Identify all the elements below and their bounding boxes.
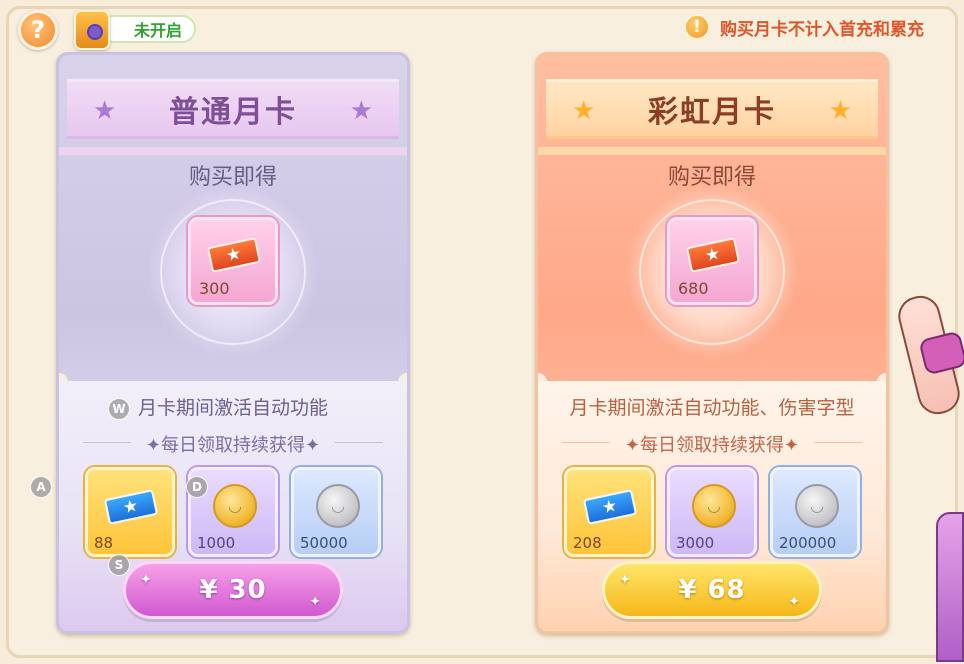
card-title: 彩虹月卡 — [648, 95, 776, 130]
hotkey-hint-d: D — [186, 476, 208, 498]
help-button[interactable]: ? — [18, 10, 58, 50]
hotkey-hint-s: S — [108, 554, 130, 576]
normal-month-card: ★ 普通月卡 ★ 购买即得 ★ 300 月卡期间激活自动功能 ✦每日领取持续获得… — [56, 52, 410, 634]
main-reward-item[interactable]: ★ 680 — [667, 217, 757, 305]
daily-items: ★ 208 ◡ 3000 ◡ 200000 — [564, 467, 860, 557]
divider — [335, 442, 383, 443]
buy-button[interactable]: ✦ ¥ 30 ✦ — [123, 561, 343, 619]
question-icon: ? — [31, 16, 45, 44]
daily-item-silver-coin[interactable]: ◡ 50000 — [291, 467, 381, 557]
sparkle-icon: ✦ — [788, 594, 801, 610]
card-banner: ★ 普通月卡 ★ — [67, 79, 399, 139]
reward-quantity: 680 — [678, 279, 709, 298]
status-badge: 未开启 — [100, 15, 196, 43]
item-quantity: 88 — [94, 534, 114, 552]
daily-item-gold-coin[interactable]: ◡ 3000 — [667, 467, 757, 557]
star-icon: ★ — [572, 96, 596, 126]
blue-ticket-icon: ★ — [582, 489, 638, 525]
card-banner: ★ 彩虹月卡 ★ — [546, 79, 878, 139]
notice-text: 购买月卡不计入首充和累充 — [720, 19, 924, 40]
silver-coin-icon: ◡ — [795, 484, 839, 528]
card-description: 月卡期间激活自动功能、伤害字型 — [569, 397, 855, 419]
safe-icon — [74, 10, 110, 50]
buy-button[interactable]: ✦ ¥ 68 ✦ — [602, 561, 822, 619]
banner-stripe — [538, 147, 886, 155]
price-label: ¥ 30 — [199, 575, 267, 605]
purchase-notice: ! 购买月卡不计入首充和累充 — [684, 14, 924, 40]
sparkle-icon: ✦ — [140, 572, 153, 588]
hotkey-hint-a: A — [30, 476, 52, 498]
item-quantity: 200000 — [779, 534, 837, 552]
star-icon: ★ — [828, 96, 852, 126]
daily-reward-label: ✦每日领取持续获得✦ — [624, 435, 800, 456]
red-ticket-icon: ★ — [206, 237, 262, 273]
divider — [814, 442, 862, 443]
reward-quantity: 300 — [199, 279, 230, 298]
sparkle-icon: ✦ — [309, 594, 322, 610]
daily-reward-label: ✦每日领取持续获得✦ — [145, 435, 321, 456]
hotkey-hint-w: W — [108, 398, 130, 420]
warning-icon: ! — [684, 14, 710, 40]
star-icon: ★ — [349, 96, 373, 126]
star-icon: ★ — [93, 96, 117, 126]
rainbow-month-card: ★ 彩虹月卡 ★ 购买即得 ★ 680 月卡期间激活自动功能、伤害字型 ✦每日领… — [535, 52, 889, 634]
banner-stripe — [59, 147, 407, 155]
item-quantity: 208 — [573, 534, 602, 552]
main-reward-item[interactable]: ★ 300 — [188, 217, 278, 305]
gold-coin-icon: ◡ — [213, 484, 257, 528]
price-label: ¥ 68 — [678, 575, 746, 605]
gold-coin-icon: ◡ — [692, 484, 736, 528]
character-arm — [894, 275, 964, 515]
red-ticket-icon: ★ — [685, 237, 741, 273]
blue-ticket-icon: ★ — [103, 489, 159, 525]
card-title: 普通月卡 — [169, 95, 297, 130]
sparkle-icon: ✦ — [619, 572, 632, 588]
item-quantity: 1000 — [197, 534, 236, 552]
item-quantity: 3000 — [676, 534, 715, 552]
daily-item-ticket[interactable]: ★ 88 — [85, 467, 175, 557]
daily-item-ticket[interactable]: ★ 208 — [564, 467, 654, 557]
item-quantity: 50000 — [300, 534, 348, 552]
daily-item-silver-coin[interactable]: ◡ 200000 — [770, 467, 860, 557]
silver-coin-icon: ◡ — [316, 484, 360, 528]
character-dress — [936, 512, 964, 662]
daily-items: ★ 88 ◡ 1000 ◡ 50000 — [85, 467, 381, 557]
